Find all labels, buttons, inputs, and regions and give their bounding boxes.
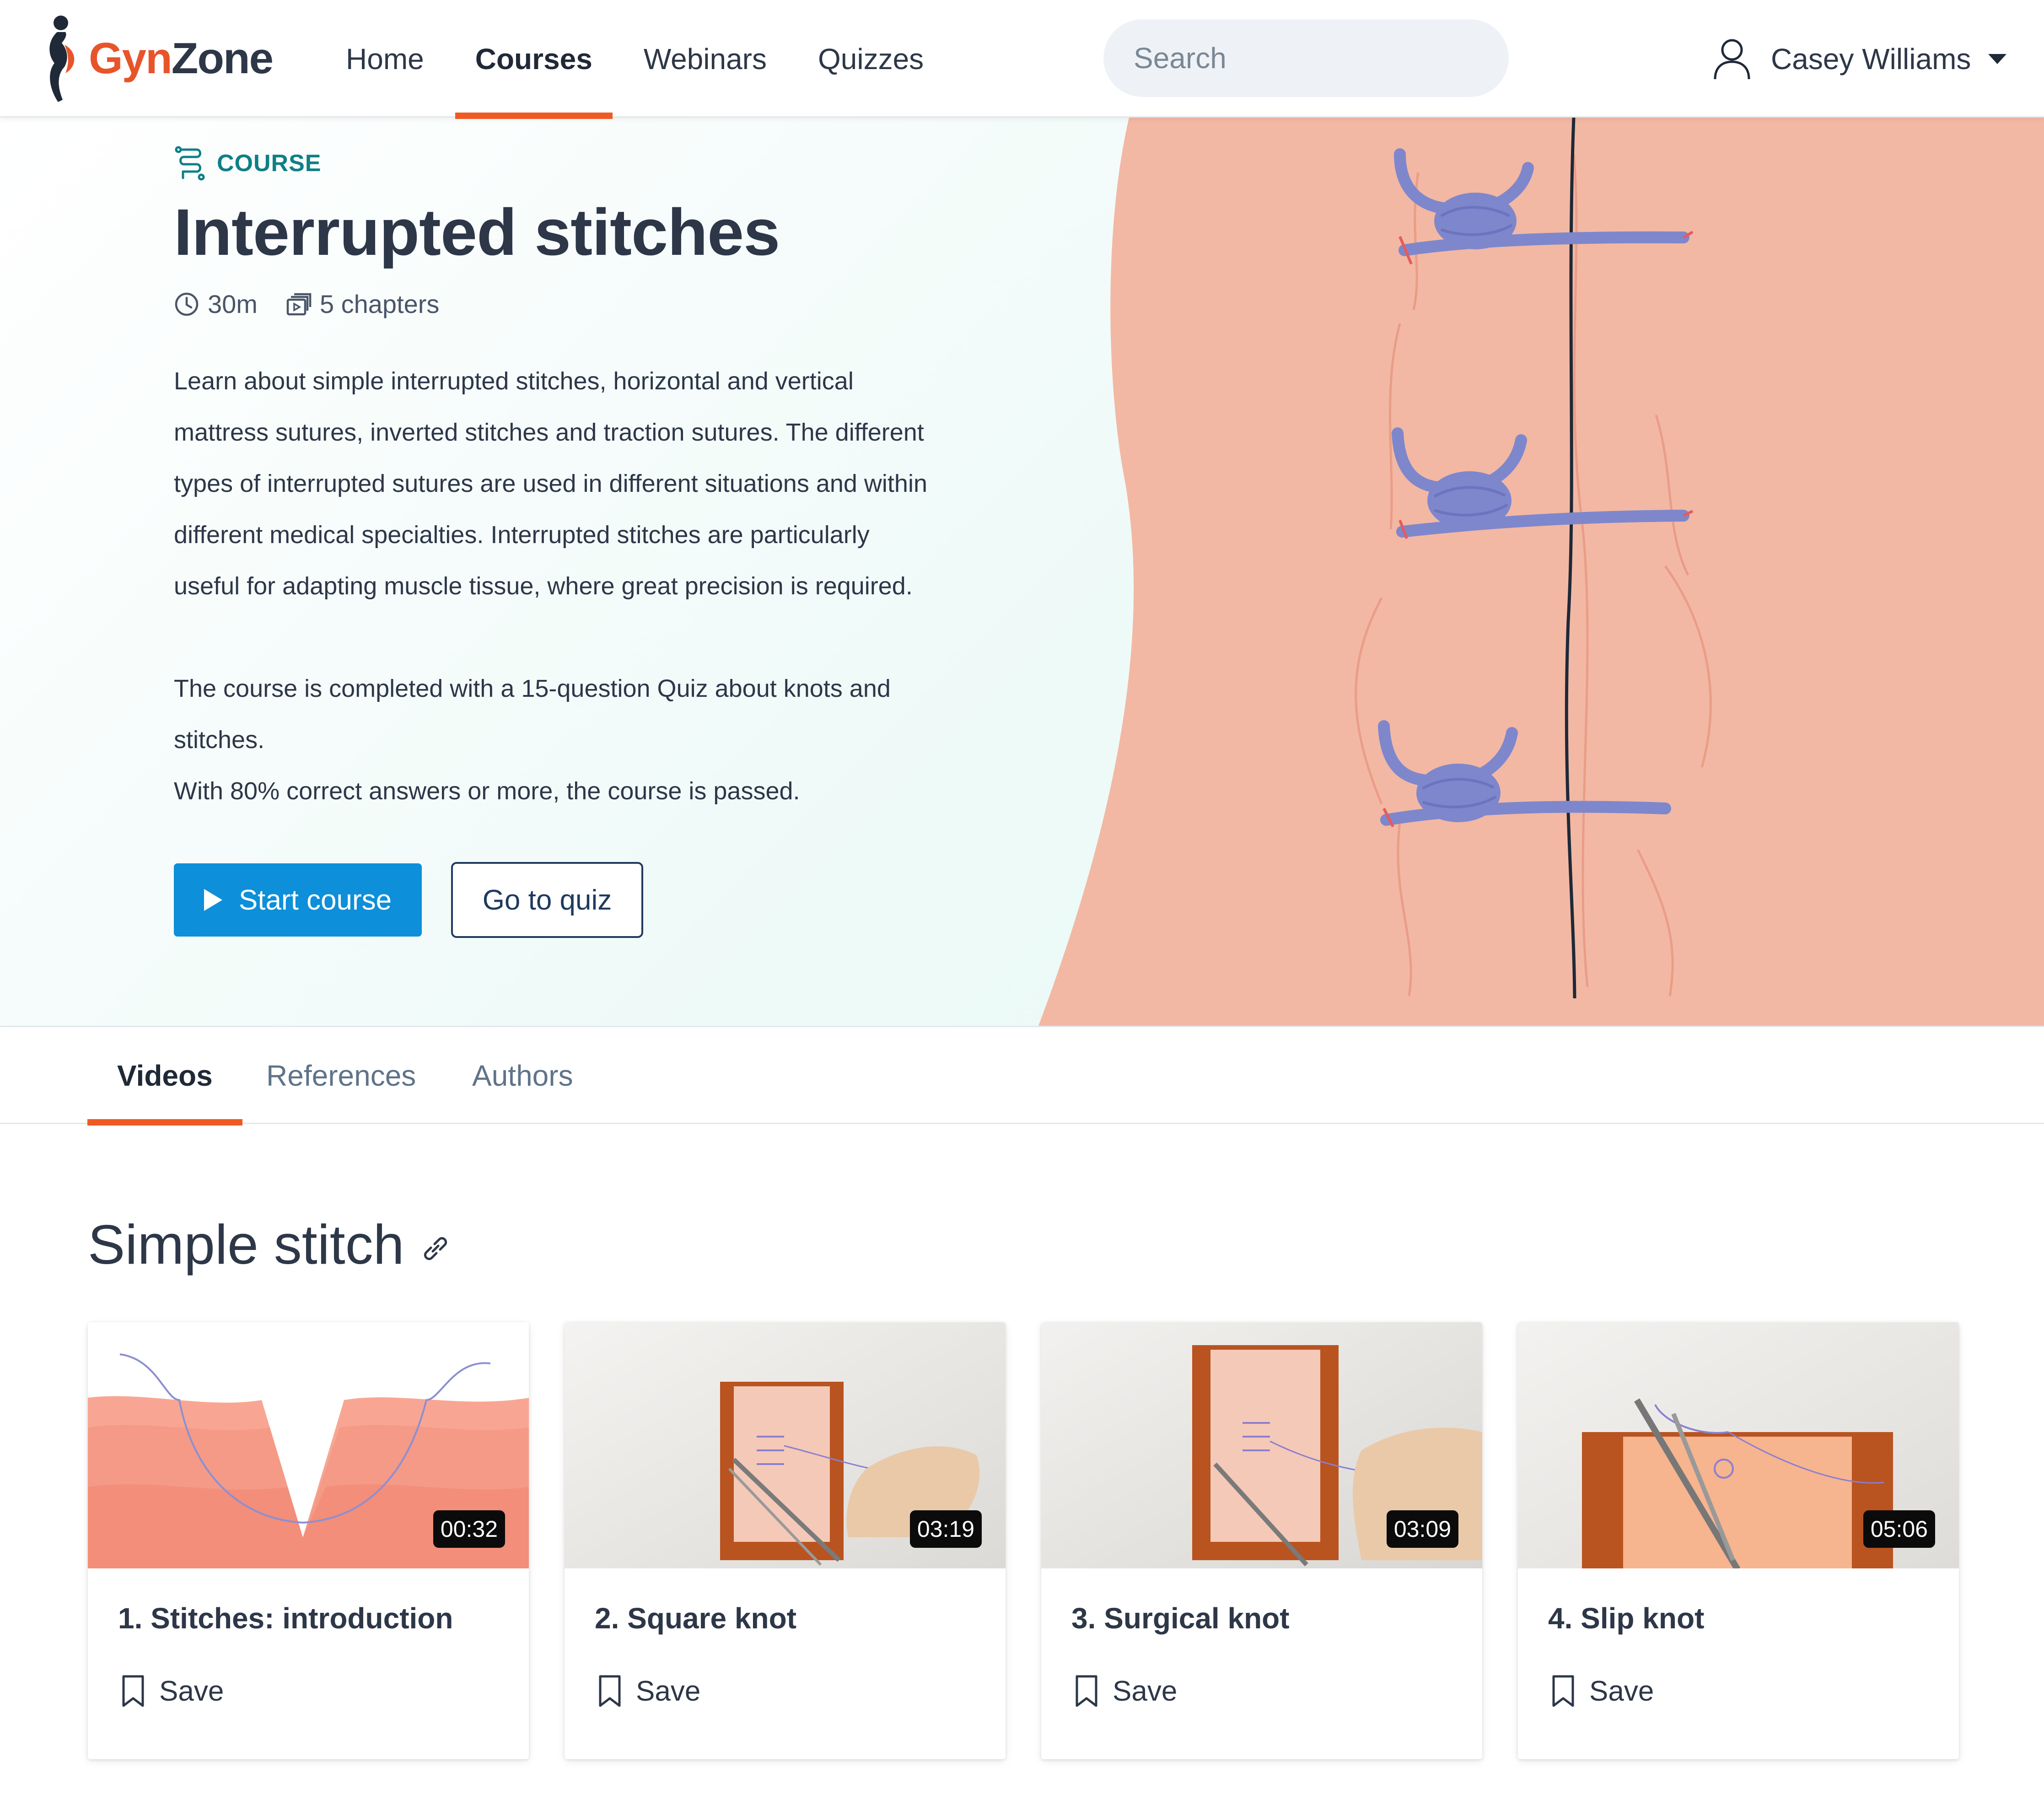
video-title[interactable]: 1. Stitches: introduction [118,1601,453,1635]
gynzone-logo[interactable]: GynZone [39,13,274,104]
main-nav: Home Courses Webinars Quizzes [320,0,949,119]
save-button[interactable]: Save [1074,1675,1177,1707]
save-label: Save [636,1675,701,1707]
video-card[interactable]: 00:32 1. Stitches: introduction Save [88,1322,529,1759]
bookmark-icon [599,1675,621,1707]
search-input[interactable] [1134,41,1510,75]
tab-videos[interactable]: Videos [87,1027,242,1126]
video-duration-badge: 05:06 [1863,1510,1935,1548]
video-duration-badge: 03:19 [909,1510,982,1548]
video-thumbnail[interactable]: 03:09 [1041,1322,1482,1568]
course-tabs: Videos References Authors [0,1026,2044,1126]
user-name: Casey Williams [1771,42,1971,75]
user-icon [1714,39,1750,79]
description-line: With 80% correct answers or more, the co… [174,777,800,805]
bookmark-icon [1552,1675,1574,1707]
save-button[interactable]: Save [1551,1675,1654,1707]
save-label: Save [1113,1675,1178,1707]
course-tag-label: COURSE [217,150,322,177]
description-line: useful for adapting muscle tissue, where… [174,572,913,600]
course-duration: 30m [208,290,258,318]
nav-quizzes[interactable]: Quizzes [792,0,949,118]
course-description: Learn about simple interrupted stitches,… [174,355,979,817]
description-line: different medical specialties. Interrupt… [174,521,870,549]
description-line: stitches. [174,726,265,754]
duration-meta: 30m [174,289,258,319]
start-course-button[interactable]: Start course [174,863,422,937]
video-thumbnail[interactable]: 00:32 [88,1322,529,1568]
course-hero: COURSE Interrupted stitches 30m 5 chapte… [0,118,2044,1026]
save-label: Save [159,1675,224,1707]
video-duration-badge: 03:09 [1386,1510,1458,1548]
section-title: Simple stitch [88,1213,404,1276]
clock-icon [175,292,199,316]
description-line: The course is completed with a 15-questi… [174,675,891,702]
save-label: Save [1589,1675,1654,1707]
bookmark-icon [122,1675,144,1707]
video-stack-icon [286,293,312,315]
video-thumbnail[interactable]: 03:19 [565,1322,1006,1568]
logo-figure-icon [49,16,75,102]
go-to-quiz-label: Go to quiz [482,884,612,916]
logo-wordmark: GynZone [89,34,274,83]
description-line: Learn about simple interrupted stitches,… [174,367,854,395]
course-icon [175,146,205,181]
go-to-quiz-button[interactable]: Go to quiz [451,862,643,938]
nav-home[interactable]: Home [320,0,450,118]
course-meta: 30m 5 chapters [174,289,468,319]
course-chapters: 5 chapters [319,290,440,318]
nav-courses[interactable]: Courses [450,0,618,119]
section-heading: Simple stitch [88,1212,452,1277]
search-bar [1103,19,1510,97]
user-menu[interactable]: Casey Williams [1713,0,2007,118]
tab-references[interactable]: References [266,1027,416,1124]
video-card[interactable]: 03:19 2. Square knot Save [565,1322,1006,1759]
course-title: Interrupted stitches [174,195,780,269]
bookmark-icon [1076,1675,1097,1707]
video-duration-badge: 00:32 [433,1510,505,1548]
description-line: mattress sutures, inverted stitches and … [174,419,924,446]
description-line: types of interrupted sutures are used in… [174,470,927,497]
save-button[interactable]: Save [597,1675,700,1707]
link-icon[interactable] [419,1232,452,1265]
video-title[interactable]: 2. Square knot [595,1601,796,1635]
video-title[interactable]: 4. Slip knot [1548,1601,1704,1635]
video-card[interactable]: 05:06 4. Slip knot Save [1518,1322,1959,1759]
start-course-label: Start course [238,884,392,916]
caret-down-icon[interactable] [1988,54,2007,64]
top-navigation-bar: GynZone Home Courses Webinars Quizzes Ca… [0,0,2044,119]
nav-webinars[interactable]: Webinars [618,0,792,118]
play-icon [204,889,222,911]
course-tag: COURSE [174,145,321,182]
video-title[interactable]: 3. Surgical knot [1071,1601,1290,1635]
tab-authors[interactable]: Authors [472,1027,573,1124]
chapters-meta: 5 chapters [286,289,440,319]
video-thumbnail[interactable]: 05:06 [1518,1322,1959,1568]
video-card[interactable]: 03:09 3. Surgical knot Save [1041,1322,1482,1759]
save-button[interactable]: Save [121,1675,224,1707]
